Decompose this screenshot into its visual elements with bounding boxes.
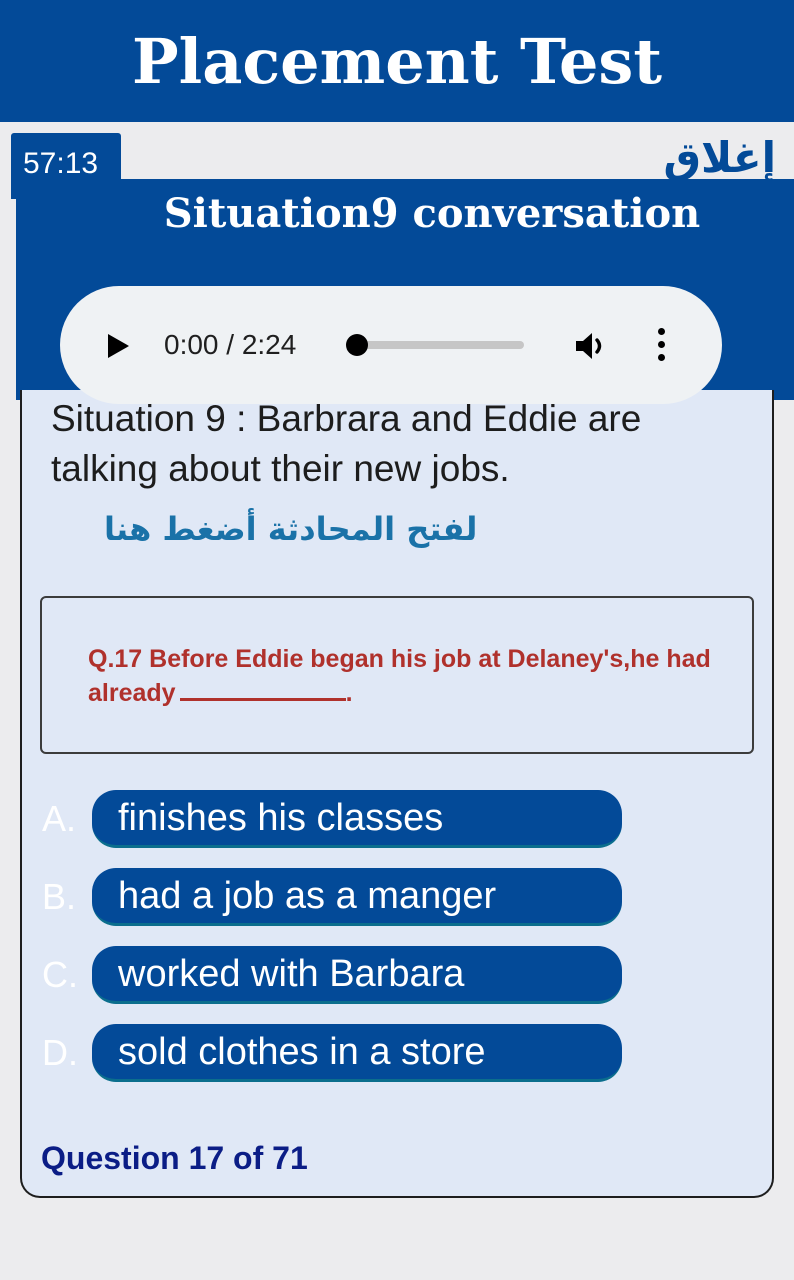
play-icon[interactable] <box>108 334 129 358</box>
answer-option-a[interactable]: A. finishes his classes <box>42 790 642 850</box>
answer-letter: C. <box>42 954 78 995</box>
situation-description: Situation 9 : Barbrara and Eddie are tal… <box>51 398 642 489</box>
answer-button[interactable]: worked with Barbara <box>92 946 622 1004</box>
volume-icon[interactable] <box>574 331 610 361</box>
answer-button[interactable]: finishes his classes <box>92 790 622 848</box>
situation-title: Situation9 conversation <box>163 190 701 237</box>
time-progress-track <box>121 122 640 179</box>
answer-letter: B. <box>42 876 77 917</box>
audio-time-display: 0:00 / 2:24 <box>164 329 297 360</box>
app-header: Placement Test <box>0 0 794 122</box>
answer-button[interactable]: sold clothes in a store <box>92 1024 622 1082</box>
answer-button[interactable]: had a job as a manger <box>92 868 622 926</box>
answer-option-d[interactable]: D. sold clothes in a store <box>42 1024 642 1084</box>
answer-option-c[interactable]: C. worked with Barbara <box>42 946 642 1006</box>
menu-dot <box>658 341 665 348</box>
question-trailing: . <box>345 679 353 707</box>
audio-seek-bar[interactable] <box>346 334 524 356</box>
page-title: Placement Test <box>132 25 662 98</box>
question-box: Q.17 Before Eddie began his job at Delan… <box>40 596 754 754</box>
audio-seek-knob[interactable] <box>346 334 368 356</box>
open-conversation-link[interactable]: لفتح المحادثة أضغط هنا <box>104 502 504 556</box>
answer-blank <box>179 680 346 701</box>
menu-dot <box>658 354 665 361</box>
question-counter: Question 17 of 71 <box>41 1140 308 1176</box>
answer-letter: D. <box>42 1032 78 1073</box>
audio-player[interactable]: 0:00 / 2:24 <box>60 286 722 404</box>
more-vert-icon[interactable] <box>657 328 667 364</box>
question-text: Q.17 Before Eddie began his job at Delan… <box>88 642 718 710</box>
answer-letter: A. <box>42 798 77 839</box>
menu-dot <box>658 328 665 335</box>
answer-option-b[interactable]: B. had a job as a manger <box>42 868 642 928</box>
